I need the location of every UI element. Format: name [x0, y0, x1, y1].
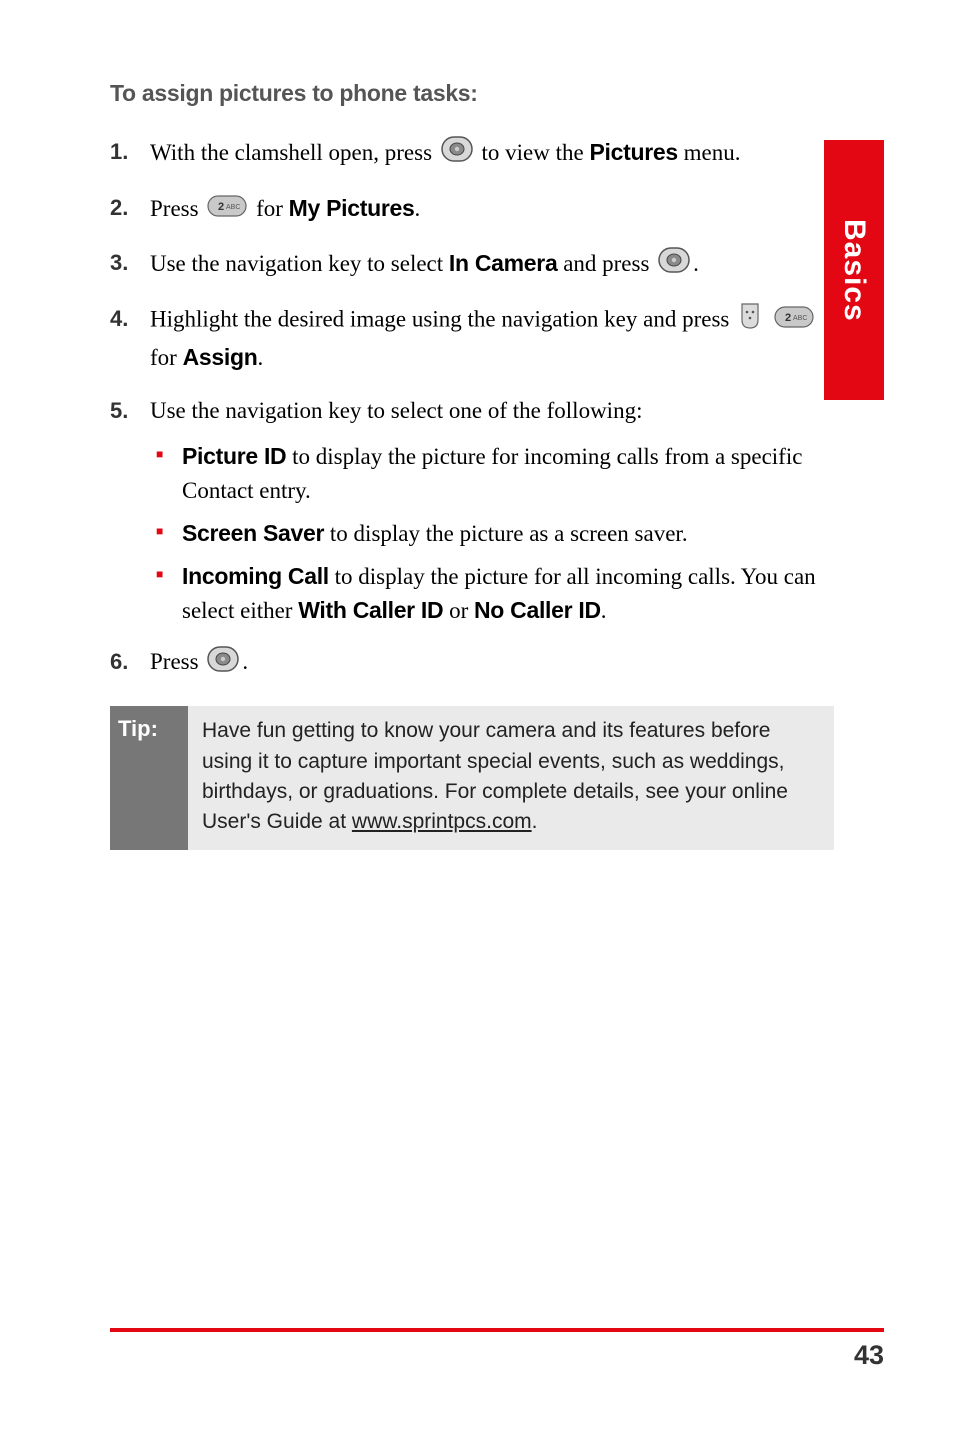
step-1-text-b: to view the — [476, 140, 590, 165]
step-2-text-a: Press — [150, 196, 204, 221]
step-5: Use the navigation key to select one of … — [110, 394, 834, 627]
step-3-text-b: and press — [557, 251, 655, 276]
step-3-text-a: Use the navigation key to select — [150, 251, 449, 276]
instruction-heading: To assign pictures to phone tasks: — [110, 80, 834, 107]
option-incoming-call-text-c: . — [601, 598, 607, 623]
step-1: With the clamshell open, press to view t… — [110, 135, 834, 173]
option-screen-saver-text: to display the picture as a screen saver… — [324, 521, 687, 546]
option-screen-saver: Screen Saver to display the picture as a… — [150, 517, 834, 550]
step-2-item: My Pictures — [289, 195, 415, 221]
option-picture-id-label: Picture ID — [182, 443, 286, 469]
option-with-caller-id: With Caller ID — [298, 597, 443, 623]
section-tab-label: Basics — [837, 219, 871, 322]
option-no-caller-id: No Caller ID — [474, 597, 601, 623]
svg-text:2: 2 — [218, 201, 224, 213]
step-4-text-b — [765, 306, 771, 331]
page: Basics To assign pictures to phone tasks… — [0, 0, 954, 1431]
step-4: Highlight the desired image using the na… — [110, 302, 834, 376]
step-6-text-b: . — [242, 649, 248, 674]
step-1-menu: Pictures — [589, 139, 677, 165]
step-2-text-b: for — [250, 196, 288, 221]
step-5-options: Picture ID to display the picture for in… — [150, 440, 834, 627]
step-2: Press 2ABC for My Pictures. — [110, 191, 834, 228]
step-6: Press . — [110, 645, 834, 682]
step-1-text-c: menu. — [678, 140, 741, 165]
softkey-icon — [738, 302, 762, 341]
tip-content: Have fun getting to know your camera and… — [188, 706, 834, 850]
step-3-text-c: . — [693, 251, 699, 276]
steps-list: With the clamshell open, press to view t… — [110, 135, 834, 682]
tip-label: Tip: — [110, 706, 188, 850]
footer-divider — [110, 1328, 884, 1332]
tip-box: Tip: Have fun getting to know your camer… — [110, 706, 834, 850]
page-footer: 43 — [110, 1328, 884, 1371]
ok-button-icon — [658, 247, 690, 284]
step-3: Use the navigation key to select In Came… — [110, 246, 834, 284]
step-4-text-d: . — [257, 345, 263, 370]
option-picture-id: Picture ID to display the picture for in… — [150, 440, 834, 507]
option-incoming-call-label: Incoming Call — [182, 563, 329, 589]
step-2-text-c: . — [414, 196, 420, 221]
step-4-text-c: for — [150, 345, 183, 370]
key-2abc-icon: 2ABC — [207, 193, 247, 228]
step-4-item: Assign — [183, 344, 258, 370]
svg-text:ABC: ABC — [226, 204, 240, 211]
ok-button-icon — [207, 646, 239, 683]
svg-text:2: 2 — [785, 312, 791, 324]
step-4-text-a: Highlight the desired image using the na… — [150, 306, 735, 331]
step-6-text-a: Press — [150, 649, 204, 674]
option-incoming-call: Incoming Call to display the picture for… — [150, 560, 834, 627]
step-5-text: Use the navigation key to select one of … — [150, 398, 642, 423]
option-incoming-call-text-b: or — [443, 598, 474, 623]
step-3-item: In Camera — [449, 250, 558, 276]
ok-button-icon — [441, 136, 473, 173]
svg-text:ABC: ABC — [793, 315, 807, 322]
content-area: To assign pictures to phone tasks: With … — [110, 80, 884, 850]
tip-link[interactable]: www.sprintpcs.com — [352, 810, 532, 833]
option-screen-saver-label: Screen Saver — [182, 520, 324, 546]
key-2abc-icon: 2ABC — [774, 304, 814, 339]
step-1-text-a: With the clamshell open, press — [150, 140, 438, 165]
tip-text-b: . — [532, 810, 538, 833]
page-number: 43 — [110, 1340, 884, 1371]
